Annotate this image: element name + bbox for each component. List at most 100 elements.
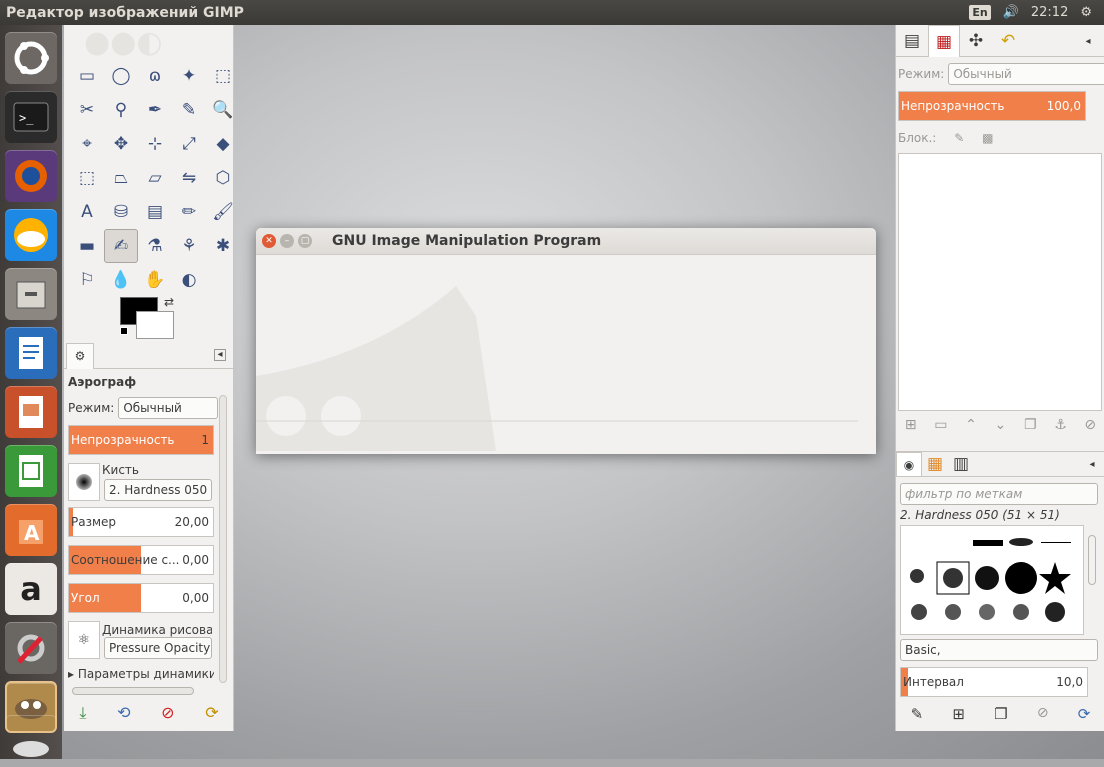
delete-layer-icon[interactable]: ⊘ <box>1084 417 1096 433</box>
layers-tab-icon[interactable]: ▤ <box>896 25 928 57</box>
dynamics-options-expander[interactable]: ▸ Параметры динамики <box>68 667 214 681</box>
minimize-icon[interactable]: – <box>280 234 294 248</box>
tool-button-icon[interactable]: ⇋ <box>172 161 206 195</box>
brush-combo[interactable]: 2. Hardness 050 <box>104 479 212 501</box>
tool-button-icon[interactable]: ✂ <box>70 93 104 127</box>
gradients-tab-icon[interactable]: ▥ <box>948 452 974 476</box>
aspect-ratio-slider[interactable]: Соотношение с... 0,00 <box>68 545 214 575</box>
swap-colors-icon[interactable]: ⇄ <box>164 295 174 309</box>
keyboard-indicator[interactable]: En <box>969 0 991 25</box>
tool-button-icon[interactable]: ◐ <box>172 263 206 297</box>
tool-button-icon[interactable]: ⬚ <box>206 59 233 93</box>
tool-button-icon[interactable]: ✥ <box>104 127 138 161</box>
tool-button-icon[interactable]: ▬ <box>70 229 104 263</box>
lower-layer-icon[interactable]: ⌄ <box>995 417 1007 433</box>
tool-button-icon[interactable]: 🔍 <box>206 93 233 127</box>
tool-button-icon[interactable]: A <box>70 195 104 229</box>
tool-button-icon[interactable]: ⚲ <box>104 93 138 127</box>
new-layer-icon[interactable]: ⊞ <box>905 417 917 433</box>
layers-list[interactable] <box>898 153 1102 411</box>
tool-button-icon[interactable]: ◯ <box>104 59 138 93</box>
tool-button-icon[interactable]: ✎ <box>172 93 206 127</box>
raise-layer-icon[interactable]: ⌃ <box>965 417 977 433</box>
tool-button-icon[interactable]: 🖌 <box>206 195 233 229</box>
tag-filter-input[interactable]: фильтр по меткам <box>900 483 1098 505</box>
impress-icon[interactable] <box>5 386 57 438</box>
anchor-layer-icon[interactable]: ⚓ <box>1054 417 1067 433</box>
ubuntu-dash-icon[interactable] <box>5 32 57 84</box>
tool-options-tab[interactable]: ⚙ <box>66 343 94 369</box>
calc-icon[interactable] <box>5 445 57 497</box>
delete-options-icon[interactable]: ⊘ <box>161 703 174 723</box>
close-icon[interactable]: ✕ <box>262 234 276 248</box>
tool-button-icon[interactable]: ɷ <box>138 59 172 93</box>
dynamics-combo[interactable]: Pressure Opacity <box>104 637 212 659</box>
tool-button-icon[interactable]: ⤢ <box>172 127 206 161</box>
tool-button-icon[interactable]: ✏ <box>172 195 206 229</box>
dock-menu-icon[interactable]: ◂ <box>1072 25 1104 57</box>
tool-button-icon[interactable]: ⛁ <box>104 195 138 229</box>
spacing-slider[interactable]: Интервал 10,0 <box>900 667 1088 697</box>
gear-icon[interactable]: ⚙ <box>1080 0 1092 25</box>
tool-button-icon[interactable]: ⚗ <box>138 229 172 263</box>
opacity-slider[interactable]: Непрозрачность 1 <box>68 425 214 455</box>
delete-brush-icon[interactable]: ⊘ <box>1037 705 1049 723</box>
cloud-icon[interactable] <box>5 209 57 261</box>
tool-button-icon[interactable]: ✋ <box>138 263 172 297</box>
clock[interactable]: 22:12 <box>1031 0 1068 25</box>
tool-button-icon[interactable]: ⏢ <box>104 161 138 195</box>
tool-button-icon[interactable]: ⚘ <box>172 229 206 263</box>
dynamics-icon[interactable]: ⚛ <box>68 621 100 659</box>
tool-button-icon[interactable]: ⊹ <box>138 127 172 161</box>
patterns-tab-icon[interactable]: ▦ <box>922 452 948 476</box>
tool-button-icon[interactable]: ⬡ <box>206 161 233 195</box>
tool-button-icon[interactable]: 💧 <box>104 263 138 297</box>
panel-menu-icon[interactable]: ◂ <box>214 349 226 361</box>
dvd-icon[interactable] <box>5 715 57 767</box>
size-slider[interactable]: Размер 20,00 <box>68 507 214 537</box>
tool-button-icon[interactable]: ⌖ <box>70 127 104 161</box>
speaker-icon[interactable]: 🔊 <box>1003 0 1019 25</box>
brushes-grid[interactable] <box>900 525 1084 635</box>
reset-options-icon[interactable]: ⟳ <box>205 703 218 723</box>
tool-button-icon[interactable]: ▭ <box>70 59 104 93</box>
terminal-icon[interactable]: >_ <box>5 91 57 143</box>
amazon-icon[interactable]: a <box>5 563 57 615</box>
lock-pixels-icon[interactable]: ✎ <box>954 131 964 145</box>
firefox-icon[interactable] <box>5 150 57 202</box>
tool-button-icon[interactable]: ▤ <box>138 195 172 229</box>
writer-icon[interactable] <box>5 327 57 379</box>
mode-combo[interactable]: Обычный <box>118 397 219 419</box>
angle-slider[interactable]: Угол 0,00 <box>68 583 214 613</box>
save-options-icon[interactable]: ⤓ <box>79 703 86 723</box>
duplicate-brush-icon[interactable]: ❐ <box>994 705 1007 723</box>
brushes-tab-icon[interactable]: ◉ <box>896 452 922 476</box>
system-settings-icon[interactable] <box>5 622 57 674</box>
duplicate-layer-icon[interactable]: ❐ <box>1024 417 1037 433</box>
brushes-scrollbar[interactable] <box>1088 535 1096 585</box>
paths-tab-icon[interactable]: ✣ <box>960 25 992 57</box>
undo-tab-icon[interactable]: ↶ <box>992 25 1024 57</box>
default-colors-icon[interactable] <box>120 327 128 335</box>
new-brush-icon[interactable]: ⊞ <box>952 705 965 723</box>
maximize-icon[interactable]: ▢ <box>298 234 312 248</box>
horizontal-scrollbar[interactable] <box>72 687 194 695</box>
tool-button-icon[interactable]: ✦ <box>172 59 206 93</box>
tool-button-icon[interactable]: ◆ <box>206 127 233 161</box>
channels-tab-icon[interactable]: ▦ <box>928 25 960 57</box>
tool-button-icon[interactable]: ✒ <box>138 93 172 127</box>
software-center-icon[interactable]: A <box>5 504 57 556</box>
brush-set-combo[interactable]: Basic, <box>900 639 1098 661</box>
vertical-scrollbar[interactable] <box>219 395 227 683</box>
edit-brush-icon[interactable]: ✎ <box>911 705 924 723</box>
restore-options-icon[interactable]: ⟲ <box>117 703 130 723</box>
files-icon[interactable] <box>5 268 57 320</box>
layer-mode-combo[interactable]: Обычный <box>948 63 1104 85</box>
brush-preview[interactable] <box>68 463 100 501</box>
tool-button-icon[interactable]: ⬚ <box>70 161 104 195</box>
new-group-icon[interactable]: ▭ <box>934 417 947 433</box>
brushes-menu-icon[interactable]: ◂ <box>1079 452 1104 476</box>
tool-button-icon[interactable]: ⚐ <box>70 263 104 297</box>
tool-button-icon[interactable]: ⏥ <box>138 161 172 195</box>
refresh-brushes-icon[interactable]: ⟳ <box>1078 705 1091 723</box>
